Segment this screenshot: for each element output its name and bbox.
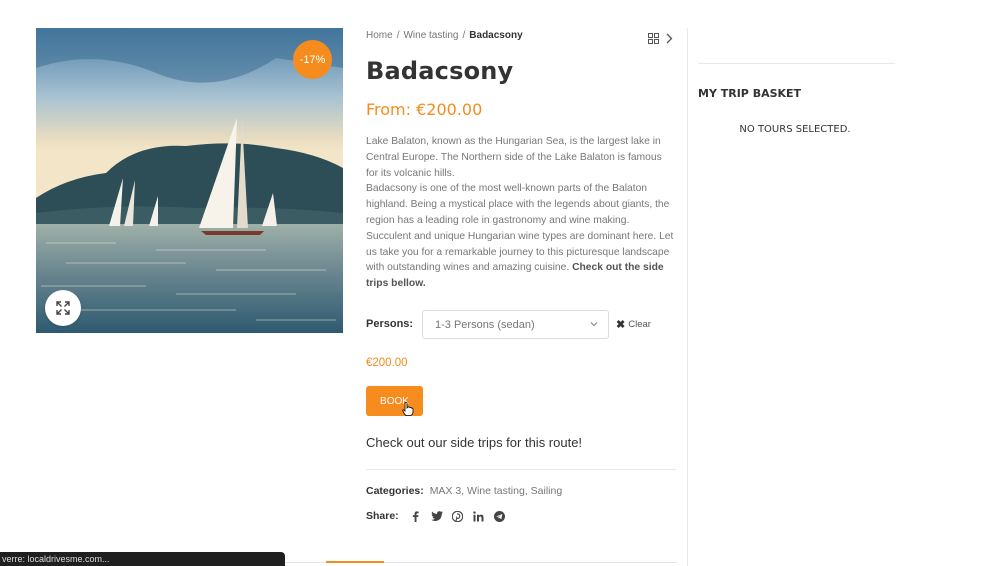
expand-icon[interactable] <box>45 290 81 326</box>
book-button[interactable]: BOOK <box>366 386 423 416</box>
breadcrumb-current: Badacsony <box>469 30 523 41</box>
breadcrumb: Home / Wine tasting / Badacsony <box>366 30 523 41</box>
grid-icon[interactable] <box>648 29 659 48</box>
description-paragraph: Lake Balaton, known as the Hungarian Sea… <box>366 136 662 179</box>
price-range: From: €200.00 <box>366 100 483 119</box>
sidebar-top-divider <box>698 63 895 64</box>
product-description: Lake Balaton, known as the Hungarian Sea… <box>366 134 676 292</box>
chevron-right-icon[interactable] <box>666 29 673 48</box>
active-tab-indicator <box>326 561 384 563</box>
sidebar-divider <box>687 28 688 566</box>
sale-badge: -17% <box>293 40 332 79</box>
breadcrumb-separator: / <box>462 30 466 41</box>
breadcrumb-home[interactable]: Home <box>366 30 393 41</box>
twitter-icon[interactable] <box>430 510 443 522</box>
browser-status-bar: verre: localdrivesme.com... <box>0 552 285 566</box>
product-title: Badacsony <box>366 57 514 85</box>
product-nav <box>648 29 673 48</box>
chevron-down-icon <box>589 319 599 332</box>
divider <box>366 469 676 470</box>
side-trips-heading: Check out our side trips for this route! <box>366 435 583 450</box>
facebook-icon[interactable] <box>410 510 422 522</box>
product-categories: Categories: MAX 3, Wine tasting, Sailing <box>366 485 563 497</box>
persons-label-text: Persons <box>366 318 410 330</box>
variation-price: €200.00 <box>366 357 408 369</box>
breadcrumb-separator: / <box>396 30 400 41</box>
category-link[interactable]: MAX 3 <box>430 485 462 497</box>
persons-select[interactable]: 1-3 Persons (sedan) <box>422 310 609 339</box>
categories-label: Categories: <box>366 485 424 497</box>
category-link[interactable]: Sailing <box>531 485 563 497</box>
basket-title: MY TRIP BASKET <box>698 87 802 100</box>
pinterest-icon[interactable] <box>452 510 464 522</box>
persons-label: Persons: <box>366 318 414 330</box>
share-label: Share: <box>366 510 399 522</box>
category-link[interactable]: Wine tasting <box>467 485 525 497</box>
persons-selected-value: 1-3 Persons (sedan) <box>435 318 535 331</box>
share-row: Share: <box>366 510 506 522</box>
linkedin-icon[interactable] <box>473 510 485 522</box>
description-paragraph: Badacsony is one of the most well-known … <box>366 183 674 274</box>
clear-button[interactable]: ✖ Clear <box>616 318 651 331</box>
telegram-icon[interactable] <box>494 510 506 522</box>
basket-empty-message: NO TOURS SELECTED. <box>739 124 851 135</box>
product-image[interactable] <box>36 28 343 333</box>
hand-cursor-icon <box>402 401 414 420</box>
close-icon: ✖ <box>616 319 626 331</box>
breadcrumb-category[interactable]: Wine tasting <box>403 30 458 41</box>
clear-label: Clear <box>628 319 651 330</box>
